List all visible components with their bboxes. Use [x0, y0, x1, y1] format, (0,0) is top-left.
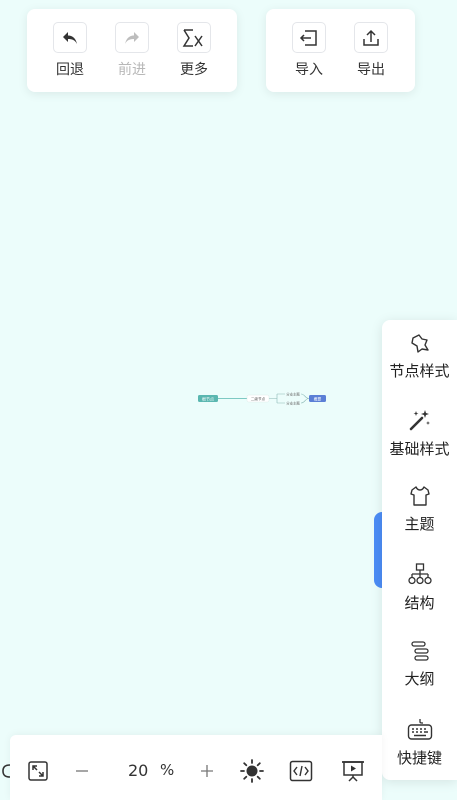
plus-icon [201, 765, 213, 777]
sidebar-item-label: 大纲 [404, 670, 435, 688]
shirt-icon [409, 486, 430, 506]
zoom-unit: % [160, 761, 175, 779]
presentation-icon [342, 761, 364, 782]
theme-mode-button[interactable] [239, 759, 265, 783]
sidebar-item-shortcuts[interactable]: 快捷键 [382, 717, 457, 768]
undo-label: 回退 [56, 62, 84, 78]
export-icon [354, 22, 388, 53]
keyboard-icon [407, 719, 432, 740]
sidebar-item-base-style[interactable]: 基础样式 [382, 408, 457, 459]
formula-icon [177, 22, 211, 53]
more-button[interactable]: 更多 [164, 22, 224, 79]
mindmap-sub1-text: 分支主题 [286, 392, 300, 397]
sidebar-item-outline[interactable]: 大纲 [382, 640, 457, 689]
magic-wand-icon [409, 410, 430, 431]
mindmap-root-node[interactable] [198, 395, 218, 402]
sidebar-item-label: 主题 [404, 515, 435, 533]
import-button[interactable]: 导入 [279, 22, 339, 79]
presentation-button[interactable] [340, 759, 366, 783]
minus-icon [76, 770, 88, 772]
outline-icon [410, 641, 429, 661]
sidebar-item-node-style[interactable]: 节点样式 [382, 332, 457, 381]
redo-button[interactable]: 前进 [102, 22, 162, 79]
sun-icon [240, 759, 264, 783]
right-sidebar: 节点样式 基础样式 主题 结构 大纲 快捷键 [382, 320, 457, 780]
mindmap-root-text: 根节点 [202, 395, 214, 401]
zoom-value: 20 [128, 761, 149, 780]
import-icon [292, 22, 326, 53]
fullscreen-button[interactable] [26, 759, 50, 783]
export-label: 导出 [357, 62, 385, 78]
sidebar-item-label: 结构 [404, 594, 435, 612]
node-style-icon [410, 334, 429, 353]
file-toolbar: 导入 导出 [266, 9, 415, 92]
sidebar-item-label: 基础样式 [389, 440, 450, 458]
source-code-button[interactable] [288, 759, 314, 783]
fullscreen-icon [28, 761, 48, 781]
sidebar-item-label: 快捷键 [396, 749, 442, 767]
import-label: 导入 [295, 62, 323, 78]
partial-edge-icon [0, 759, 14, 783]
undo-button[interactable]: 回退 [40, 22, 100, 79]
code-icon [289, 760, 313, 782]
more-label: 更多 [180, 62, 208, 78]
redo-label: 前进 [118, 62, 146, 78]
mindmap-summary-text: 概要 [314, 396, 322, 401]
sidebar-item-theme[interactable]: 主题 [382, 485, 457, 534]
redo-icon [115, 22, 149, 53]
bottom-toolbar: 20 % [2, 735, 382, 800]
sidebar-item-structure[interactable]: 结构 [382, 562, 457, 613]
export-button[interactable]: 导出 [341, 22, 401, 79]
mindmap-branch-node[interactable] [246, 394, 270, 403]
structure-icon [407, 563, 432, 585]
mindmap-branch-text: 二级节点 [251, 396, 266, 401]
mindmap-sub2-text: 分支主题 [286, 401, 300, 406]
sidebar-item-label: 节点样式 [389, 362, 450, 380]
zoom-in-button[interactable] [197, 759, 217, 783]
mindmap-summary-node[interactable] [309, 395, 326, 402]
zoom-out-button[interactable] [72, 759, 92, 783]
edit-toolbar: 回退 前进 更多 [27, 9, 237, 92]
undo-icon [53, 22, 87, 53]
